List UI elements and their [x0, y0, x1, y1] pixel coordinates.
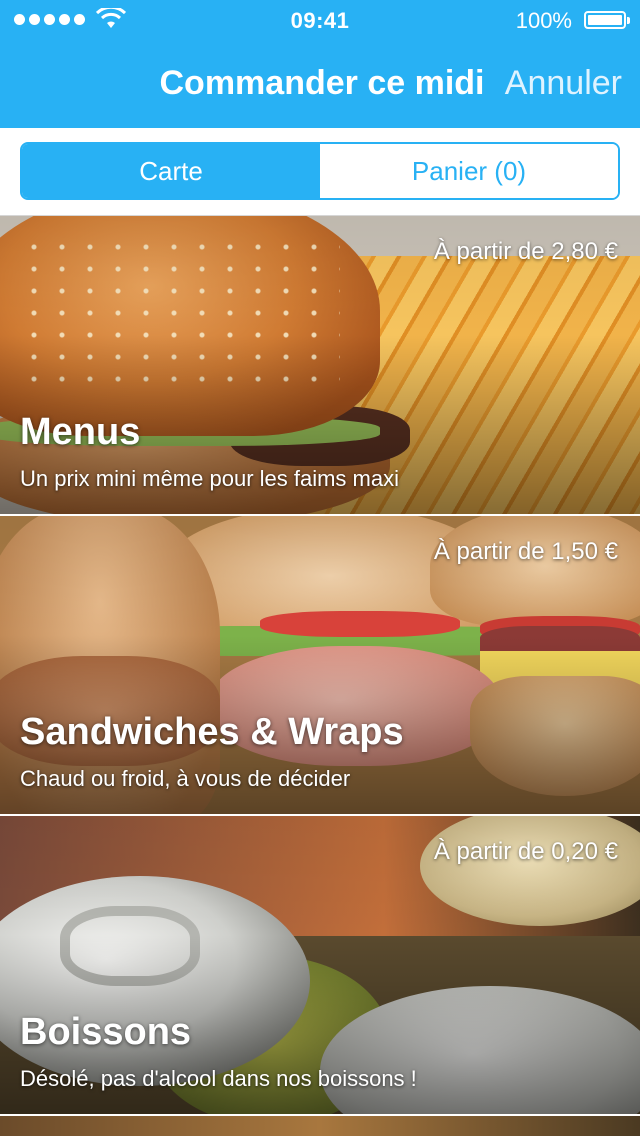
category-price: À partir de 0,20 €	[433, 838, 618, 865]
category-card-boissons[interactable]: À partir de 0,20 € Boissons Désolé, pas …	[0, 816, 640, 1114]
category-card-next[interactable]	[0, 1116, 640, 1136]
cancel-button[interactable]: Annuler	[505, 64, 622, 103]
category-title: Boissons	[20, 1011, 192, 1053]
category-price: À partir de 2,80 €	[433, 238, 618, 265]
battery-percentage: 100%	[515, 8, 572, 33]
status-bar: 09:41 100%	[0, 0, 640, 40]
tab-carte[interactable]: Carte	[22, 144, 320, 198]
segmented-control: Carte Panier (0)	[20, 142, 620, 200]
category-card-sandwiches[interactable]: À partir de 1,50 € Sandwiches & Wraps Ch…	[0, 516, 640, 814]
category-subtitle: Désolé, pas d'alcool dans nos boissons !	[20, 1066, 417, 1091]
category-subtitle: Un prix mini même pour les faims maxi	[20, 466, 399, 491]
category-title: Menus	[20, 411, 141, 453]
tab-panier[interactable]: Panier (0)	[320, 144, 618, 198]
category-card-menus[interactable]: À partir de 2,80 € Menus Un prix mini mê…	[0, 216, 640, 514]
category-subtitle: Chaud ou froid, à vous de décider	[20, 766, 351, 791]
battery-icon	[584, 11, 630, 29]
category-price: À partir de 1,50 €	[433, 538, 618, 565]
segment-bar: Carte Panier (0)	[0, 128, 640, 216]
category-title: Sandwiches & Wraps	[20, 711, 404, 753]
navigation-bar: 09:41 100% Commander ce midi Annuler	[0, 0, 640, 128]
